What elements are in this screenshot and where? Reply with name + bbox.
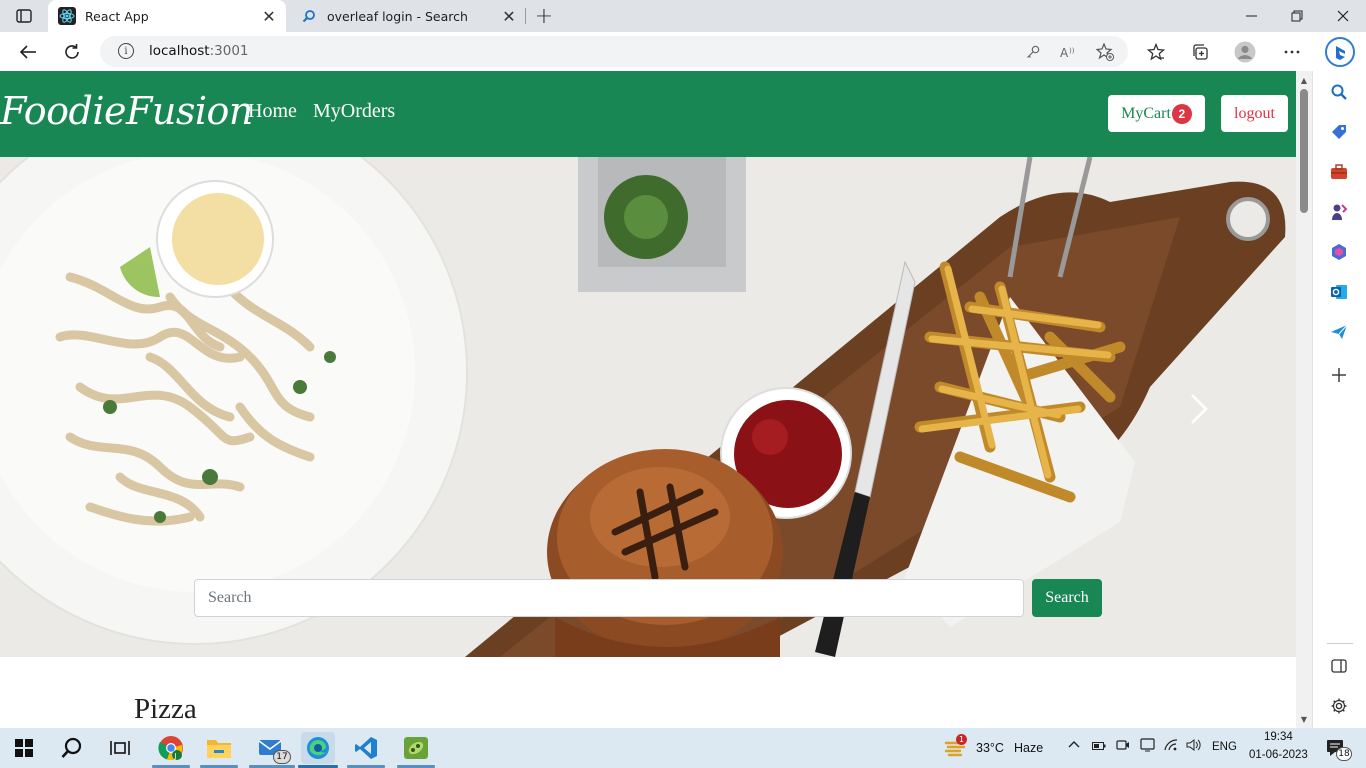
add-favorite-icon[interactable] — [1096, 43, 1114, 61]
cart-label: MyCart — [1121, 104, 1171, 122]
mail-count-badge: 17 — [273, 750, 291, 764]
add-icon[interactable] — [1328, 364, 1350, 386]
nav-link-home[interactable]: Home — [248, 100, 297, 123]
restore-icon[interactable] — [1274, 0, 1320, 32]
windows-taskbar: J 17 1 33°C Haze ENG 19:34 01-06-2023 18 — [0, 728, 1366, 768]
close-tab-icon[interactable]: ✕ — [498, 5, 520, 27]
display-icon[interactable] — [1140, 738, 1156, 756]
svg-text:J: J — [174, 752, 177, 760]
scroll-thumb[interactable] — [1300, 89, 1308, 213]
profile-avatar-icon[interactable] — [1234, 41, 1256, 63]
back-icon[interactable] — [14, 38, 42, 66]
logout-button[interactable]: logout — [1221, 95, 1288, 132]
search-icon[interactable] — [1328, 81, 1350, 103]
new-tab-button[interactable]: + — [532, 4, 556, 29]
meet-now-icon[interactable] — [1116, 739, 1130, 755]
tab-title: overleaf login - Search — [327, 8, 468, 24]
svg-text:)): )) — [1069, 47, 1075, 55]
browser-toolbar: i localhost:3001 A)) — [0, 32, 1366, 71]
tab-actions-icon[interactable] — [10, 6, 38, 26]
weather-text: Haze — [1014, 741, 1044, 755]
hero-carousel: Search Search — [0, 157, 1296, 657]
svg-text:A: A — [1060, 46, 1069, 59]
close-tab-icon[interactable]: ✕ — [258, 5, 280, 27]
page-scrollbar[interactable]: ▲ ▼ — [1296, 71, 1312, 728]
volume-icon[interactable] — [1186, 739, 1202, 755]
tab-divider — [525, 8, 526, 24]
edge-sidebar — [1312, 71, 1366, 728]
react-icon — [58, 7, 76, 25]
scroll-up-icon[interactable]: ▲ — [1296, 73, 1312, 87]
vscode-icon[interactable] — [350, 732, 382, 764]
wifi-icon[interactable] — [1164, 739, 1178, 755]
tab-title: React App — [85, 8, 149, 24]
language-indicator[interactable]: ENG — [1212, 741, 1237, 753]
app-navbar: FoodieFusion Home MyOrders MyCart 2 logou… — [0, 71, 1296, 157]
search-input[interactable]: Search — [194, 579, 1024, 617]
overleaf-icon[interactable] — [400, 732, 432, 764]
search-icon[interactable] — [56, 732, 88, 764]
settings-gear-icon[interactable] — [1328, 695, 1350, 717]
sidebar-divider — [1327, 643, 1353, 644]
brand-logo[interactable]: FoodieFusion — [0, 89, 253, 133]
read-aloud-icon[interactable]: A)) — [1060, 43, 1078, 61]
notifications-icon[interactable]: 18 — [1318, 732, 1354, 764]
clock-time[interactable]: 19:34 — [1264, 731, 1293, 743]
tab-react-app[interactable]: React App ✕ — [48, 0, 286, 32]
scroll-down-icon[interactable]: ▼ — [1296, 712, 1312, 726]
edge-browser-icon[interactable] — [301, 732, 335, 764]
outlook-icon[interactable] — [1328, 281, 1350, 303]
search-button[interactable]: Search — [1032, 579, 1102, 617]
key-icon[interactable] — [1024, 43, 1042, 61]
microsoft-365-icon[interactable] — [1328, 241, 1350, 263]
search-icon — [300, 7, 318, 25]
category-title: Pizza — [134, 693, 197, 725]
shopping-tag-icon[interactable] — [1328, 121, 1350, 143]
address-bar[interactable]: i localhost:3001 A)) — [100, 36, 1128, 67]
tab-overleaf-search[interactable]: overleaf login - Search ✕ — [290, 0, 526, 32]
favorites-icon[interactable] — [1145, 41, 1167, 63]
my-cart-button[interactable]: MyCart 2 — [1108, 95, 1205, 132]
cart-count-badge: 2 — [1171, 103, 1192, 124]
site-info-icon[interactable]: i — [118, 43, 134, 59]
collections-icon[interactable] — [1189, 41, 1211, 63]
weather-alert-badge: 1 — [956, 734, 967, 745]
battery-icon[interactable] — [1092, 740, 1106, 755]
task-view-icon[interactable] — [104, 732, 136, 764]
notification-count-badge: 18 — [1336, 747, 1352, 761]
windows-start-icon[interactable] — [8, 732, 40, 764]
clock-date[interactable]: 01-06-2023 — [1249, 749, 1308, 761]
bing-copilot-icon[interactable] — [1325, 37, 1355, 67]
web-page: FoodieFusion Home MyOrders MyCart 2 logou… — [0, 71, 1296, 728]
carousel-next-icon[interactable] — [1186, 389, 1212, 429]
tools-icon[interactable] — [1328, 161, 1350, 183]
more-options-icon[interactable] — [1281, 41, 1303, 63]
file-explorer-icon[interactable] — [203, 732, 235, 764]
refresh-icon[interactable] — [58, 38, 86, 66]
url-text: localhost:3001 — [149, 43, 249, 59]
mail-icon[interactable]: 17 — [252, 732, 292, 764]
chrome-icon[interactable]: J — [155, 732, 187, 764]
nav-link-myorders[interactable]: MyOrders — [313, 100, 395, 123]
send-icon[interactable] — [1328, 321, 1350, 343]
show-hidden-icons-icon[interactable] — [1068, 738, 1080, 753]
hide-sidebar-icon[interactable] — [1328, 655, 1350, 677]
close-window-icon[interactable] — [1320, 0, 1366, 32]
browser-tab-bar: React App ✕ overleaf login - Search ✕ + — [0, 0, 1366, 32]
games-icon[interactable] — [1328, 201, 1350, 223]
minimize-icon[interactable] — [1228, 0, 1274, 32]
temperature-text: 33°C — [976, 741, 1004, 755]
weather-icon[interactable]: 1 — [942, 732, 968, 764]
